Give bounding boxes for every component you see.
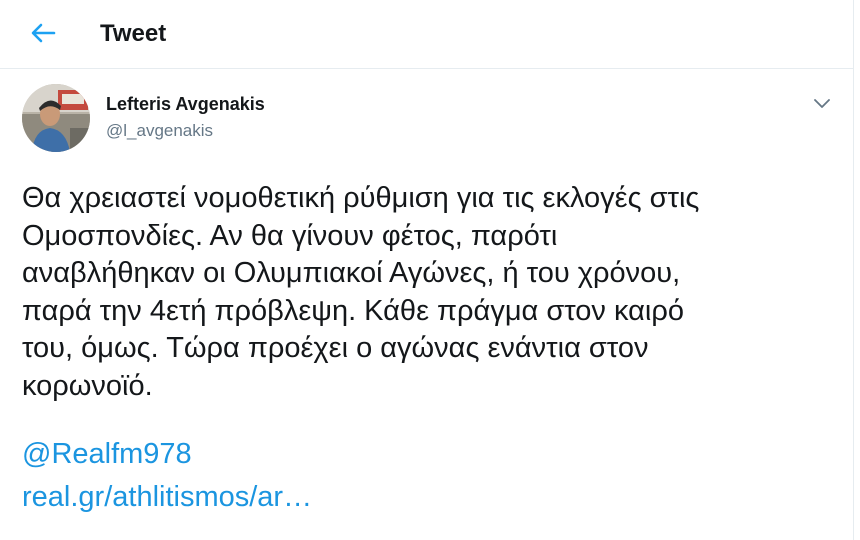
profile-photo xyxy=(22,84,90,152)
tweet-menu-button[interactable] xyxy=(808,92,836,116)
tweet-header: Tweet xyxy=(0,0,853,69)
arrow-left-icon xyxy=(31,23,56,43)
column-divider xyxy=(853,0,854,540)
author-handle[interactable]: @l_avgenakis xyxy=(106,121,213,141)
avatar[interactable] xyxy=(22,84,90,152)
author-name[interactable]: Lefteris Avgenakis xyxy=(106,94,265,115)
back-button[interactable] xyxy=(26,18,60,48)
url-link[interactable]: real.gr/athlitismos/ar… xyxy=(22,481,312,514)
tweet-text: Θα χρειαστεί νομοθετική ρύθμιση για τις … xyxy=(22,182,700,402)
chevron-down-icon xyxy=(814,99,830,108)
page-title: Tweet xyxy=(100,20,167,47)
mention-link[interactable]: @Realfm978 xyxy=(22,438,192,471)
